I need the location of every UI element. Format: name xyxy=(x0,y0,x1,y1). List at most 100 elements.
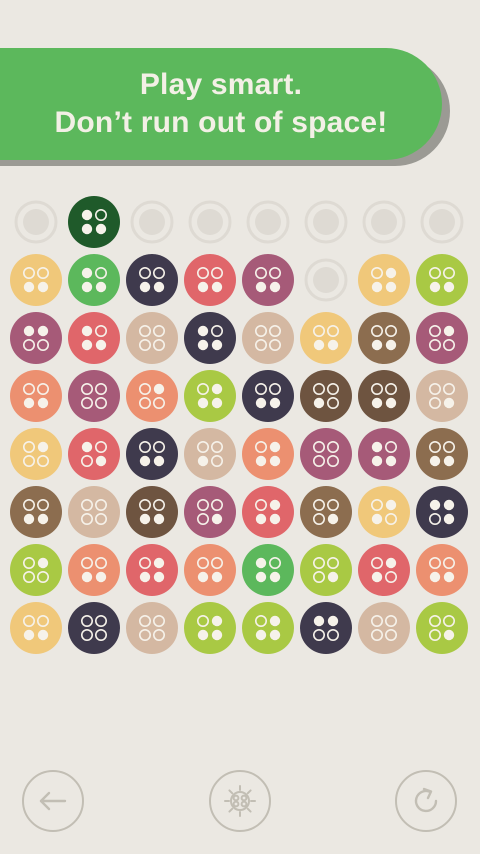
game-piece[interactable] xyxy=(68,544,120,596)
empty-slot[interactable] xyxy=(362,200,406,244)
game-piece[interactable] xyxy=(358,544,410,596)
game-piece[interactable] xyxy=(10,312,62,364)
game-piece[interactable] xyxy=(416,370,468,422)
game-piece[interactable] xyxy=(68,196,120,248)
piece-dot xyxy=(255,557,267,569)
game-piece[interactable] xyxy=(126,370,178,422)
game-piece[interactable] xyxy=(184,602,236,654)
piece-dot xyxy=(197,397,209,409)
game-piece[interactable] xyxy=(242,602,294,654)
empty-slot[interactable] xyxy=(420,200,464,244)
game-piece[interactable] xyxy=(126,544,178,596)
game-piece[interactable] xyxy=(242,486,294,538)
piece-dot xyxy=(429,499,441,511)
piece-disc xyxy=(242,602,294,654)
game-piece[interactable] xyxy=(126,486,178,538)
piece-disc xyxy=(184,602,236,654)
game-piece[interactable] xyxy=(184,370,236,422)
piece-dot xyxy=(385,455,397,467)
game-piece[interactable] xyxy=(10,486,62,538)
game-piece[interactable] xyxy=(416,312,468,364)
game-piece[interactable] xyxy=(300,602,352,654)
empty-slot[interactable] xyxy=(304,200,348,244)
game-piece[interactable] xyxy=(126,602,178,654)
game-piece[interactable] xyxy=(10,544,62,596)
game-piece[interactable] xyxy=(10,370,62,422)
game-piece[interactable] xyxy=(416,486,468,538)
piece-disc xyxy=(126,370,178,422)
game-piece[interactable] xyxy=(416,254,468,306)
piece-dot xyxy=(37,557,49,569)
game-piece[interactable] xyxy=(68,370,120,422)
game-piece[interactable] xyxy=(126,312,178,364)
game-piece[interactable] xyxy=(358,486,410,538)
piece-dot xyxy=(81,325,93,337)
game-piece[interactable] xyxy=(358,254,410,306)
empty-slot[interactable] xyxy=(14,200,58,244)
piece-disc xyxy=(68,196,120,248)
game-piece[interactable] xyxy=(358,370,410,422)
empty-slot[interactable] xyxy=(304,258,348,302)
piece-dot xyxy=(95,455,107,467)
game-piece[interactable] xyxy=(242,254,294,306)
piece-dot xyxy=(81,223,93,235)
game-piece[interactable] xyxy=(68,602,120,654)
piece-dot xyxy=(429,455,441,467)
game-piece[interactable] xyxy=(300,486,352,538)
piece-dot xyxy=(153,281,165,293)
game-piece[interactable] xyxy=(242,370,294,422)
game-piece[interactable] xyxy=(184,428,236,480)
piece-dot xyxy=(371,513,383,525)
empty-slot-center xyxy=(23,209,49,235)
game-piece[interactable] xyxy=(126,428,178,480)
settings-button[interactable] xyxy=(209,770,271,832)
empty-slot[interactable] xyxy=(246,200,290,244)
game-piece[interactable] xyxy=(68,486,120,538)
piece-disc xyxy=(300,428,352,480)
piece-disc xyxy=(68,602,120,654)
game-piece[interactable] xyxy=(300,428,352,480)
game-piece[interactable] xyxy=(68,254,120,306)
game-piece[interactable] xyxy=(242,312,294,364)
game-piece[interactable] xyxy=(416,428,468,480)
piece-dot xyxy=(197,571,209,583)
piece-dot xyxy=(269,499,281,511)
piece-dot xyxy=(371,455,383,467)
game-piece[interactable] xyxy=(184,486,236,538)
game-piece[interactable] xyxy=(416,544,468,596)
game-piece[interactable] xyxy=(300,544,352,596)
game-piece[interactable] xyxy=(300,312,352,364)
piece-dot xyxy=(139,455,151,467)
piece-dot xyxy=(95,223,107,235)
game-piece[interactable] xyxy=(10,602,62,654)
back-button[interactable] xyxy=(22,770,84,832)
restart-button[interactable] xyxy=(395,770,457,832)
piece-dot xyxy=(23,397,35,409)
game-board xyxy=(10,196,468,654)
game-piece[interactable] xyxy=(68,428,120,480)
game-piece[interactable] xyxy=(10,254,62,306)
game-piece[interactable] xyxy=(126,254,178,306)
game-piece[interactable] xyxy=(358,428,410,480)
game-piece[interactable] xyxy=(242,544,294,596)
piece-disc xyxy=(416,602,468,654)
game-piece[interactable] xyxy=(184,312,236,364)
piece-disc xyxy=(416,486,468,538)
game-piece[interactable] xyxy=(68,312,120,364)
empty-slot-center xyxy=(313,267,339,293)
game-piece[interactable] xyxy=(358,312,410,364)
game-piece[interactable] xyxy=(300,370,352,422)
game-piece[interactable] xyxy=(242,428,294,480)
piece-disc xyxy=(242,486,294,538)
game-piece[interactable] xyxy=(358,602,410,654)
game-piece[interactable] xyxy=(184,254,236,306)
piece-dot xyxy=(255,455,267,467)
empty-slot[interactable] xyxy=(130,200,174,244)
empty-slot[interactable] xyxy=(188,200,232,244)
piece-dot xyxy=(327,513,339,525)
piece-dot xyxy=(255,571,267,583)
piece-dot xyxy=(23,513,35,525)
game-piece[interactable] xyxy=(10,428,62,480)
game-piece[interactable] xyxy=(416,602,468,654)
game-piece[interactable] xyxy=(184,544,236,596)
